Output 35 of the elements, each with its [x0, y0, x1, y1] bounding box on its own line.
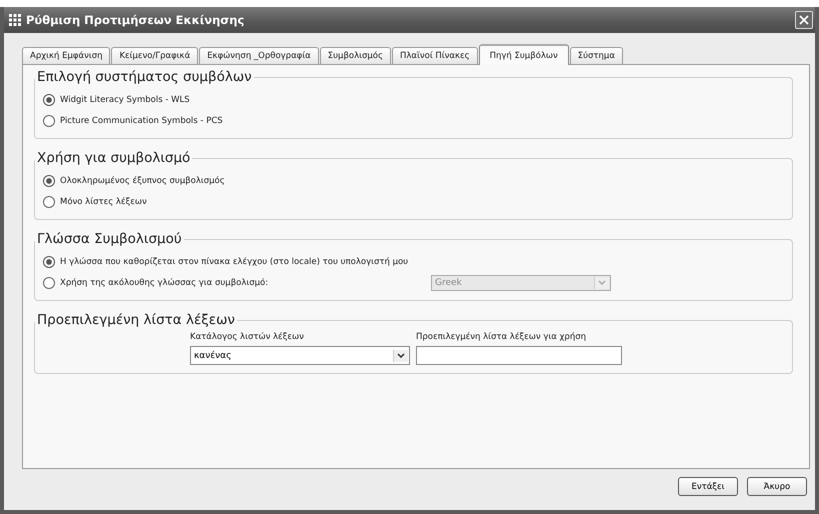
- caret-icon: [598, 280, 606, 285]
- tab[interactable]: Αρχική Εμφάνιση: [22, 47, 110, 64]
- tab[interactable]: Πηγή Συμβόλων: [478, 44, 569, 65]
- radio-label[interactable]: Picture Communication Symbols - PCS: [60, 116, 223, 126]
- tab[interactable]: Σύστημα: [570, 47, 623, 64]
- caret-icon: [397, 353, 405, 358]
- tab[interactable]: Εκφώνηση _Ορθογραφία: [199, 47, 319, 64]
- window-title: Ρύθμιση Προτιμήσεων Εκκίνησης: [26, 13, 246, 27]
- group-title: Προεπιλεγμένη λίστα λέξεων: [37, 312, 235, 328]
- grid-icon: [9, 14, 21, 26]
- radio-label[interactable]: Χρήση της ακόλουθης γλώσσας για συμβολισμό:: [60, 278, 268, 288]
- group-title: Χρήση για συμβολισμό: [37, 150, 190, 166]
- group-title: Επιλογή συστήματος συμβόλων: [37, 69, 252, 85]
- radio-label[interactable]: Ολοκληρωμένος έξυπνος συμβολισμός: [60, 176, 225, 186]
- tab[interactable]: Πλαϊνοί Πίνακες: [392, 47, 478, 64]
- radio-button[interactable]: [43, 174, 55, 186]
- group-title: Γλώσσα Συμβολισμού: [37, 231, 182, 247]
- field-label: Προεπιλεγμένη λίστα λέξεων για χρήση: [416, 332, 587, 342]
- word-list-dropdown[interactable]: κανένας: [190, 346, 410, 365]
- radio-label[interactable]: Widgit Literacy Symbols - WLS: [60, 94, 190, 104]
- radio-label[interactable]: Η γλώσσα που καθορίζεται στον πίνακα ελέγχου (στο locale) του υπολογιστή μου: [60, 256, 408, 266]
- close-icon: [799, 15, 809, 25]
- input-field[interactable]: [416, 346, 622, 365]
- radio-button[interactable]: [43, 256, 55, 268]
- radio-button[interactable]: [43, 94, 55, 106]
- radio-button[interactable]: [43, 114, 55, 126]
- field-label: Κατάλογος λιστών λέξεων: [190, 332, 305, 342]
- tab[interactable]: Συμβολισμός: [320, 47, 391, 64]
- radio-label[interactable]: Μόνο λίστες λέξεων: [60, 196, 147, 206]
- close-button[interactable]: [795, 11, 813, 29]
- radio-button[interactable]: [43, 276, 55, 288]
- radio-button[interactable]: [43, 196, 55, 208]
- dialog-button[interactable]: Άκυρο: [747, 477, 807, 496]
- tab[interactable]: Κείμενο/Γραφικά: [111, 47, 198, 64]
- dialog-button[interactable]: Εντάξει: [678, 477, 738, 496]
